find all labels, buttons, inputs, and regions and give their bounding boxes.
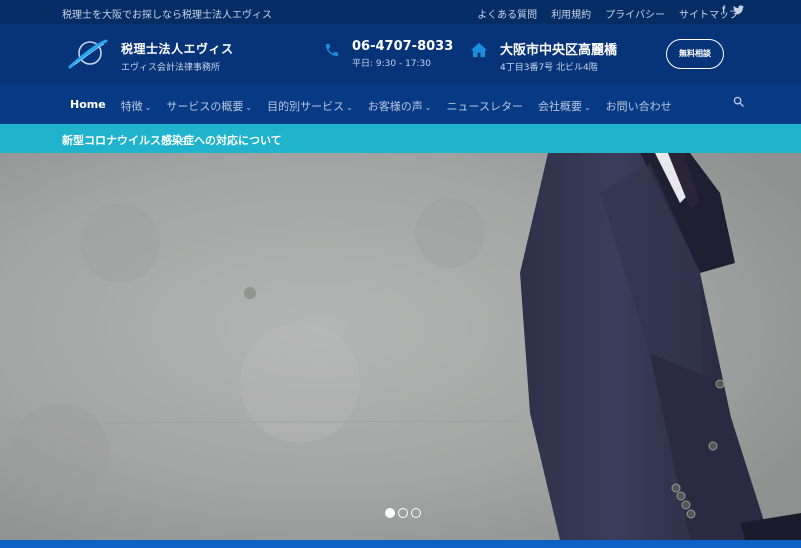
phone-number[interactable]: 06-4707-8033 [352, 39, 453, 54]
top-bar: 税理士を大阪でお探しなら税理士法人エヴィス よくある質問 利用規約 プライバシー… [0, 0, 801, 24]
site-tagline: 税理士を大阪でお探しなら税理士法人エヴィス [62, 10, 272, 21]
nav-item-contact[interactable]: お問い合わせ [606, 98, 672, 114]
search-icon[interactable] [733, 96, 744, 107]
covid-notice-bar[interactable]: 新型コロナウイルス感染症への対応について [0, 124, 801, 153]
privacy-link[interactable]: プライバシー [605, 6, 665, 21]
nav-item-features[interactable]: 特徴 ⌄ [121, 98, 152, 114]
nav-item-services-overview[interactable]: サービスの概要 ⌄ [166, 98, 252, 114]
nav-label: ニュースレター [446, 100, 523, 113]
nav-item-testimonials[interactable]: お客様の声 ⌄ [368, 98, 432, 114]
main-navigation: Home 特徴 ⌄ サービスの概要 ⌄ 目的別サービス ⌄ お客様の声 ⌄ ニュースレタ… [0, 84, 801, 124]
nav-item-services-by-purpose[interactable]: 目的別サービス ⌄ [267, 98, 353, 114]
slider-dot-3[interactable] [411, 508, 421, 518]
chevron-down-icon: ⌄ [144, 103, 152, 112]
business-hours: 平日: 9:30 - 17:30 [352, 59, 432, 69]
phone-icon [324, 41, 340, 59]
brand-logo-icon[interactable] [68, 38, 108, 70]
twitter-icon[interactable] [733, 5, 745, 18]
nav-item-newsletter[interactable]: ニュースレター [447, 98, 523, 114]
chevron-down-icon: ⌄ [245, 103, 253, 112]
notice-text[interactable]: 新型コロナウイルス感染症への対応について [62, 132, 282, 148]
nav-label: Home [70, 98, 106, 111]
nav-label: 目的別サービス [267, 100, 345, 113]
nav-menu: Home 特徴 ⌄ サービスの概要 ⌄ 目的別サービス ⌄ お客様の声 ⌄ ニュースレタ… [70, 98, 687, 114]
brand-subtitle: エヴィス会計法律事務所 [121, 63, 221, 73]
facebook-icon[interactable]: f [722, 5, 725, 18]
brand-name: 税理士法人エヴィス [121, 42, 234, 56]
site-header: 税理士法人エヴィス エヴィス会計法律事務所 06-4707-8033 平日: 9… [0, 24, 801, 84]
slider-dot-1[interactable] [385, 508, 395, 518]
hero-slider[interactable] [0, 153, 801, 540]
slider-dot-2[interactable] [398, 508, 408, 518]
address-info: 大阪市中央区高麗橋 4丁目3番7号 北ビル4階 [500, 39, 617, 73]
brand[interactable]: 税理士法人エヴィス エヴィス会計法律事務所 [121, 40, 234, 73]
hero-image [0, 153, 801, 540]
address-main: 大阪市中央区高麗橋 [500, 43, 618, 58]
chevron-down-icon: ⌄ [346, 103, 353, 112]
chevron-down-icon: ⌄ [424, 103, 432, 112]
home-icon [470, 42, 488, 58]
nav-label: お問い合わせ [605, 100, 672, 113]
slider-dots [385, 508, 421, 518]
faq-link[interactable]: よくある質問 [477, 6, 537, 21]
phone-info: 06-4707-8033 平日: 9:30 - 17:30 [352, 39, 453, 69]
nav-label: サービスの概要 [166, 100, 244, 113]
terms-link[interactable]: 利用規約 [551, 6, 591, 21]
address-detail: 4丁目3番7号 北ビル4階 [500, 63, 598, 73]
nav-label: 会社概要 [537, 100, 582, 113]
top-links: よくある質問 利用規約 プライバシー サイトマップ [477, 6, 739, 21]
nav-label: お客様の声 [367, 100, 423, 113]
free-consultation-button[interactable]: 無料相談 [666, 39, 724, 69]
nav-item-company[interactable]: 会社概要 ⌄ [538, 98, 591, 114]
chevron-down-icon: ⌄ [583, 103, 591, 112]
nav-item-home[interactable]: Home [70, 98, 106, 114]
section-divider [0, 540, 801, 548]
nav-label: 特徴 [120, 100, 143, 113]
